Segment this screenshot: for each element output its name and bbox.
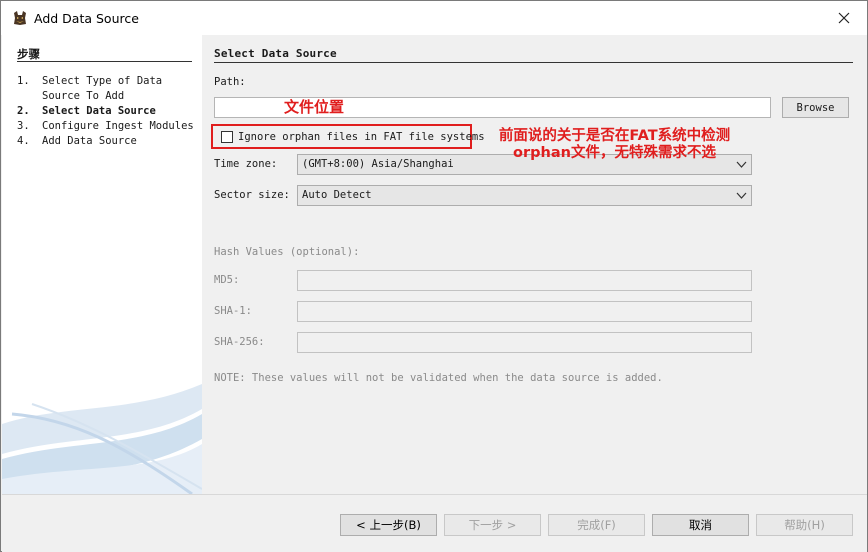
steps-divider: [17, 61, 192, 62]
sha1-field[interactable]: [297, 301, 752, 322]
section-title: Select Data Source: [214, 47, 337, 60]
section-divider: [214, 62, 853, 63]
sector-size-value: Auto Detect: [302, 189, 372, 201]
steps-heading: 步骤: [17, 47, 40, 61]
add-data-source-dialog: Add Data Source 步骤 1. Select Type of Dat…: [0, 0, 868, 552]
orphan-annotation: 前面说的关于是否在FAT系统中检测 orphan文件，无特殊需求不选: [498, 128, 731, 161]
window-title: Add Data Source: [34, 11, 139, 26]
hash-values-heading: Hash Values (optional):: [214, 246, 360, 258]
step-label: Select Data Source: [42, 105, 156, 117]
hash-note: NOTE: These values will not be validated…: [214, 372, 663, 384]
ignore-orphan-checkbox[interactable]: [221, 131, 233, 143]
step-item-4: 4. Add Data Source: [17, 134, 197, 149]
md5-field[interactable]: [297, 270, 752, 291]
cancel-button[interactable]: 取消: [652, 514, 749, 536]
ignore-orphan-label[interactable]: Ignore orphan files in FAT file systems: [238, 131, 485, 143]
select-data-source-panel: Select Data Source Path: Browse Ignore o…: [202, 35, 867, 494]
timezone-label: Time zone:: [214, 158, 278, 170]
timezone-value: (GMT+8:00) Asia/Shanghai: [302, 158, 454, 170]
chevron-down-icon: [736, 192, 747, 199]
sector-size-label: Sector size:: [214, 189, 290, 201]
title-bar: Add Data Source: [1, 1, 867, 35]
file-location-annotation: 文件位置: [284, 98, 345, 116]
step-number: 4.: [17, 135, 30, 147]
next-button[interactable]: 下一步 >: [444, 514, 541, 536]
step-number: 1.: [17, 75, 30, 87]
wizard-button-bar: < 上一步(B) 下一步 > 完成(F) 取消 帮助(H): [2, 494, 867, 552]
sha1-label: SHA-1:: [214, 305, 252, 317]
finish-button[interactable]: 完成(F): [548, 514, 645, 536]
decorative-swoosh-graphic: [2, 384, 202, 494]
sha256-label: SHA-256:: [214, 336, 265, 348]
step-number: 2.: [17, 105, 30, 117]
browse-button[interactable]: Browse: [782, 97, 849, 118]
step-item-2: 2. Select Data Source: [17, 104, 197, 119]
orphan-option-highlight: Ignore orphan files in FAT file systems: [211, 124, 485, 149]
step-number: 3.: [17, 120, 30, 132]
close-icon: [838, 12, 850, 24]
path-label: Path:: [214, 76, 246, 88]
help-button[interactable]: 帮助(H): [756, 514, 853, 536]
step-label: Add Data Source: [42, 135, 137, 147]
step-item-1: 1. Select Type of Data Source To Add: [17, 74, 197, 104]
step-item-3: 3. Configure Ingest Modules: [17, 119, 197, 134]
autopsy-app-icon: [14, 11, 26, 25]
step-label: Select Type of Data Source To Add: [42, 75, 163, 102]
close-button[interactable]: [821, 1, 867, 35]
step-label: Configure Ingest Modules: [42, 120, 194, 132]
wizard-steps-panel: 步骤 1. Select Type of Data Source To Add …: [2, 35, 202, 494]
md5-label: MD5:: [214, 274, 240, 286]
back-button[interactable]: < 上一步(B): [340, 514, 437, 536]
sector-size-select[interactable]: Auto Detect: [297, 185, 752, 206]
sha256-field[interactable]: [297, 332, 752, 353]
steps-list: 1. Select Type of Data Source To Add 2. …: [17, 74, 197, 149]
